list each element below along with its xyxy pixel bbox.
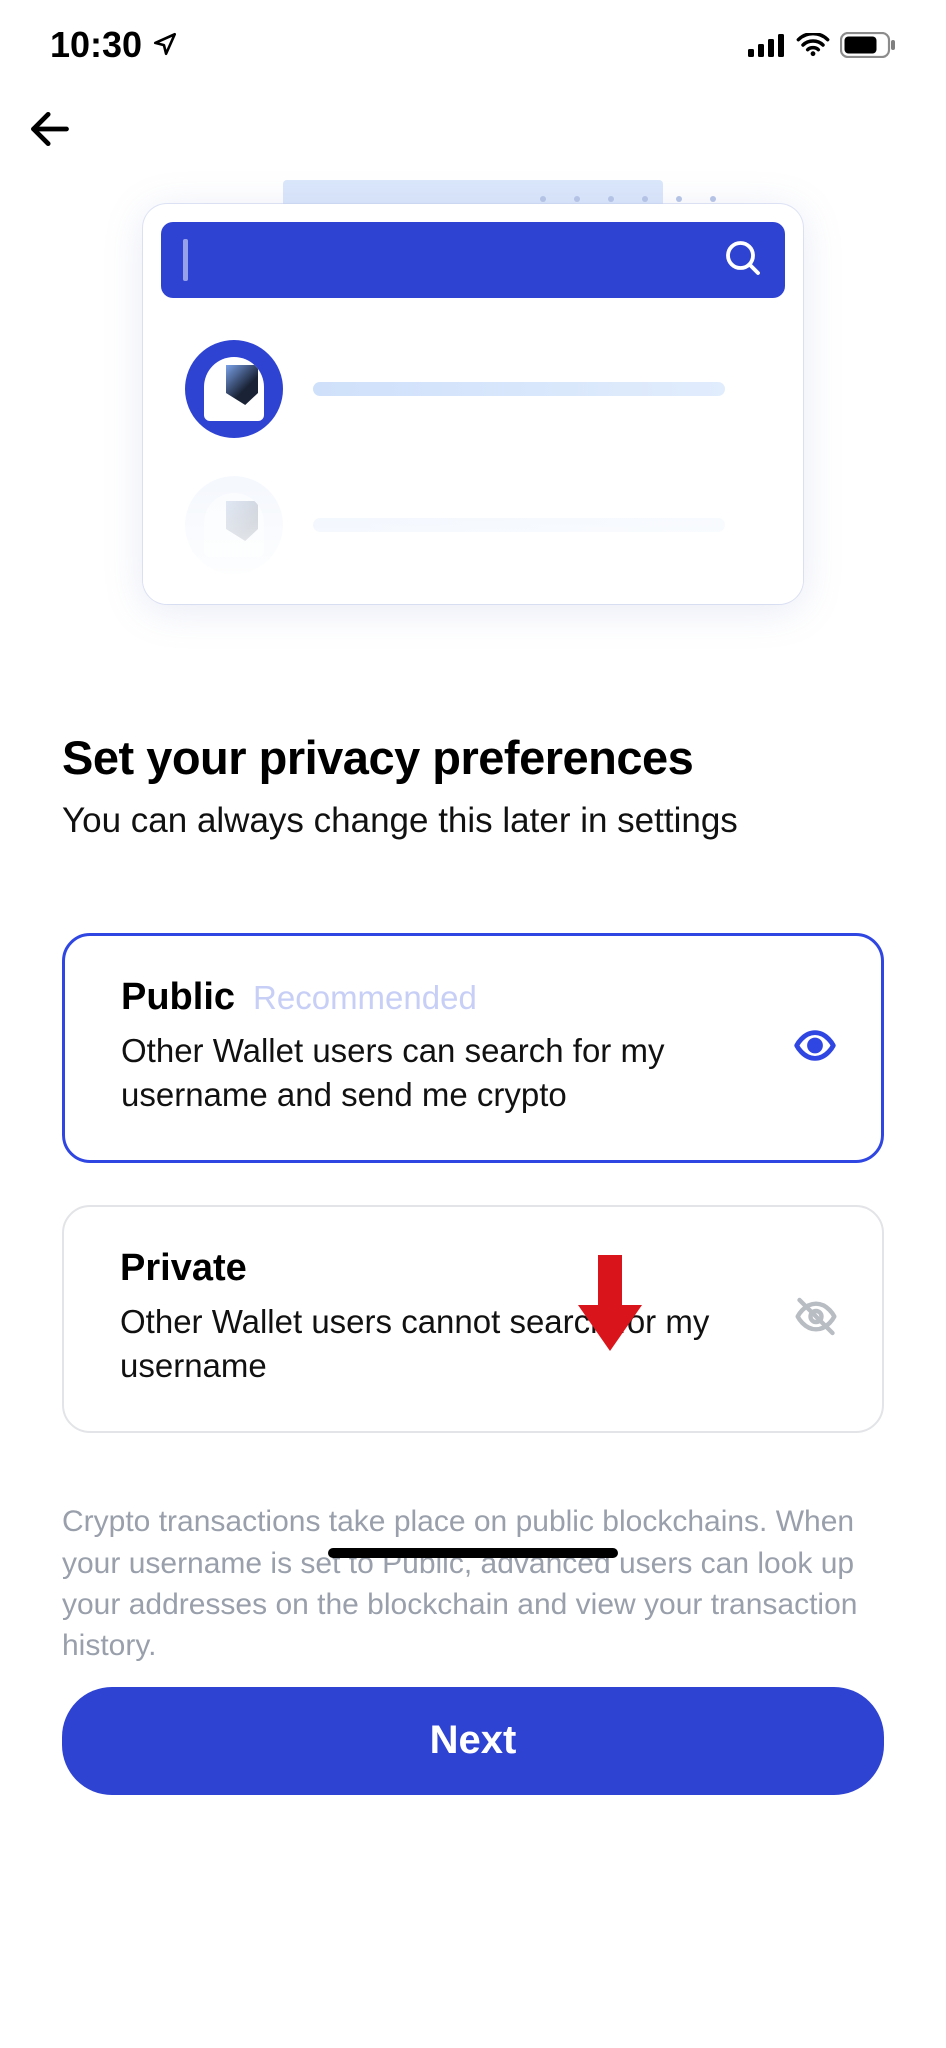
illustration-avatar	[185, 340, 283, 438]
option-private[interactable]: Private Other Wallet users cannot search…	[62, 1205, 884, 1433]
illustration-searchbar	[161, 222, 785, 298]
home-indicator	[328, 1548, 618, 1558]
illustration-result-row	[161, 340, 785, 438]
illustration-dots	[540, 196, 716, 202]
status-bar: 10:30	[0, 0, 946, 90]
option-public-title: Public	[121, 976, 235, 1019]
illustration	[0, 180, 946, 610]
battery-icon	[840, 32, 896, 58]
wifi-icon	[796, 33, 830, 57]
disclaimer-text: Crypto transactions take place on public…	[62, 1501, 884, 1667]
option-private-desc: Other Wallet users cannot search for my …	[120, 1300, 762, 1387]
page-subtitle: You can always change this later in sett…	[62, 801, 884, 841]
annotation-arrow-icon	[574, 1255, 646, 1360]
time-label: 10:30	[50, 24, 142, 66]
eye-icon	[793, 1024, 837, 1073]
option-private-title: Private	[120, 1247, 247, 1290]
option-public[interactable]: Public Recommended Other Wallet users ca…	[62, 933, 884, 1163]
back-button[interactable]	[20, 100, 80, 160]
next-button-label: Next	[430, 1718, 517, 1763]
option-public-badge: Recommended	[253, 979, 477, 1017]
cellular-signal-icon	[748, 33, 786, 57]
illustration-text-placeholder	[313, 382, 725, 396]
page-title: Set your privacy preferences	[62, 730, 884, 785]
eye-off-icon	[794, 1295, 838, 1344]
nav-bar	[0, 90, 946, 170]
option-public-desc: Other Wallet users can search for my use…	[121, 1029, 761, 1116]
status-time: 10:30	[50, 24, 178, 66]
arrow-left-icon	[28, 107, 72, 154]
search-icon	[723, 238, 763, 283]
location-arrow-icon	[152, 24, 178, 66]
illustration-card	[143, 204, 803, 604]
illustration-cursor	[183, 239, 188, 281]
next-button[interactable]: Next	[62, 1687, 884, 1795]
